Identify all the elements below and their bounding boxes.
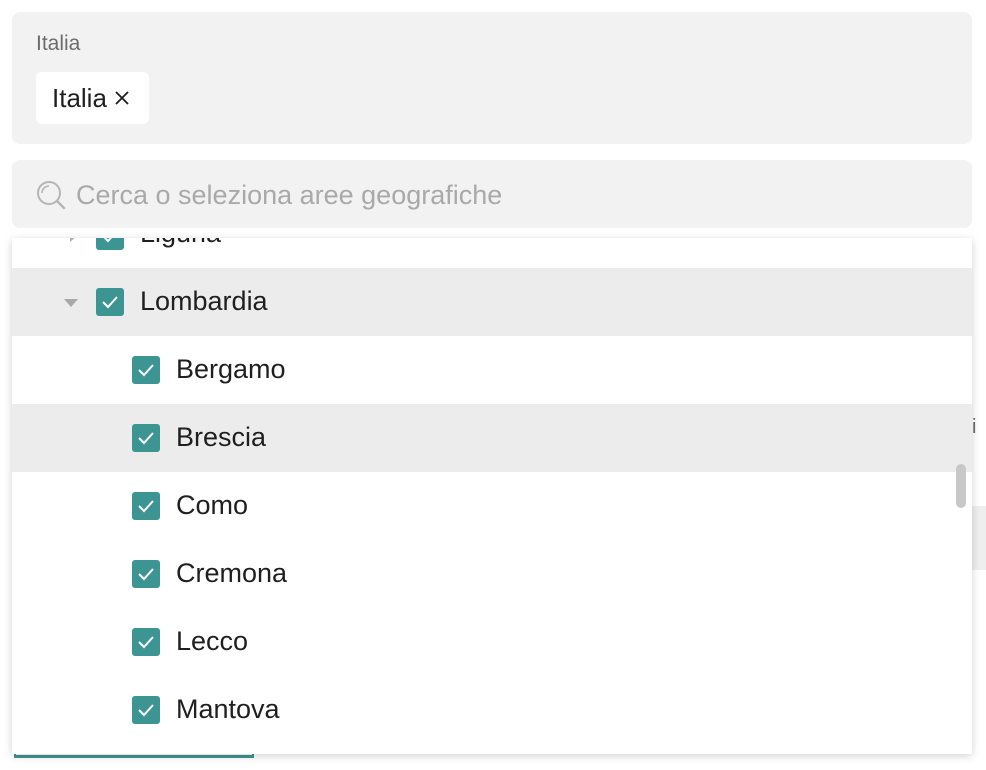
selected-area-chip: Italia	[36, 72, 149, 124]
tree-item-label: Bergamo	[176, 354, 286, 384]
checkbox-cremona[interactable]	[132, 560, 160, 588]
search-icon	[36, 180, 66, 210]
tree-item-liguria[interactable]: Liguria	[12, 238, 972, 270]
close-icon[interactable]	[111, 87, 133, 109]
caret-down-icon[interactable]	[64, 296, 78, 310]
tree-item-mantova[interactable]: Mantova	[12, 676, 972, 744]
tree-item-label: Brescia	[176, 422, 267, 452]
tree-item-label: Lecco	[176, 626, 249, 656]
tree-item-lecco[interactable]: Lecco	[12, 608, 972, 676]
tree-item-como[interactable]: Como	[12, 472, 972, 540]
checkbox-como[interactable]	[132, 492, 160, 520]
selected-areas-title: Italia	[36, 32, 81, 55]
tree-item-bergamo[interactable]: Bergamo	[12, 336, 972, 404]
background-input-outline	[14, 754, 254, 758]
checkbox-brescia[interactable]	[132, 424, 160, 452]
checkbox-bergamo[interactable]	[132, 356, 160, 384]
checkbox-mantova[interactable]	[132, 696, 160, 724]
selected-areas-panel: Italia Italia	[12, 12, 972, 144]
checkbox-liguria[interactable]	[96, 238, 124, 250]
checkbox-lecco[interactable]	[132, 628, 160, 656]
dropdown-scrollbar[interactable]	[956, 464, 966, 508]
area-tree-dropdown: Liguria Lombardia Bergamo Brescia Como	[12, 238, 972, 754]
caret-right-icon[interactable]	[66, 238, 80, 243]
tree-item-label: Cremona	[176, 558, 288, 588]
tree-item-label: Como	[176, 490, 249, 520]
area-search-field	[12, 160, 972, 228]
background-text-fragment: i	[972, 416, 977, 438]
tree-item-brescia[interactable]: Brescia	[12, 404, 972, 472]
chip-label: Italia	[52, 82, 107, 113]
checkbox-lombardia[interactable]	[96, 288, 124, 316]
tree-item-lombardia[interactable]: Lombardia	[12, 268, 972, 336]
search-input[interactable]	[74, 172, 958, 218]
tree-item-cremona[interactable]: Cremona	[12, 540, 972, 608]
tree-item-label: Mantova	[176, 694, 280, 724]
tree-item-label: Liguria	[140, 238, 221, 249]
tree-item-label: Lombardia	[140, 286, 268, 316]
